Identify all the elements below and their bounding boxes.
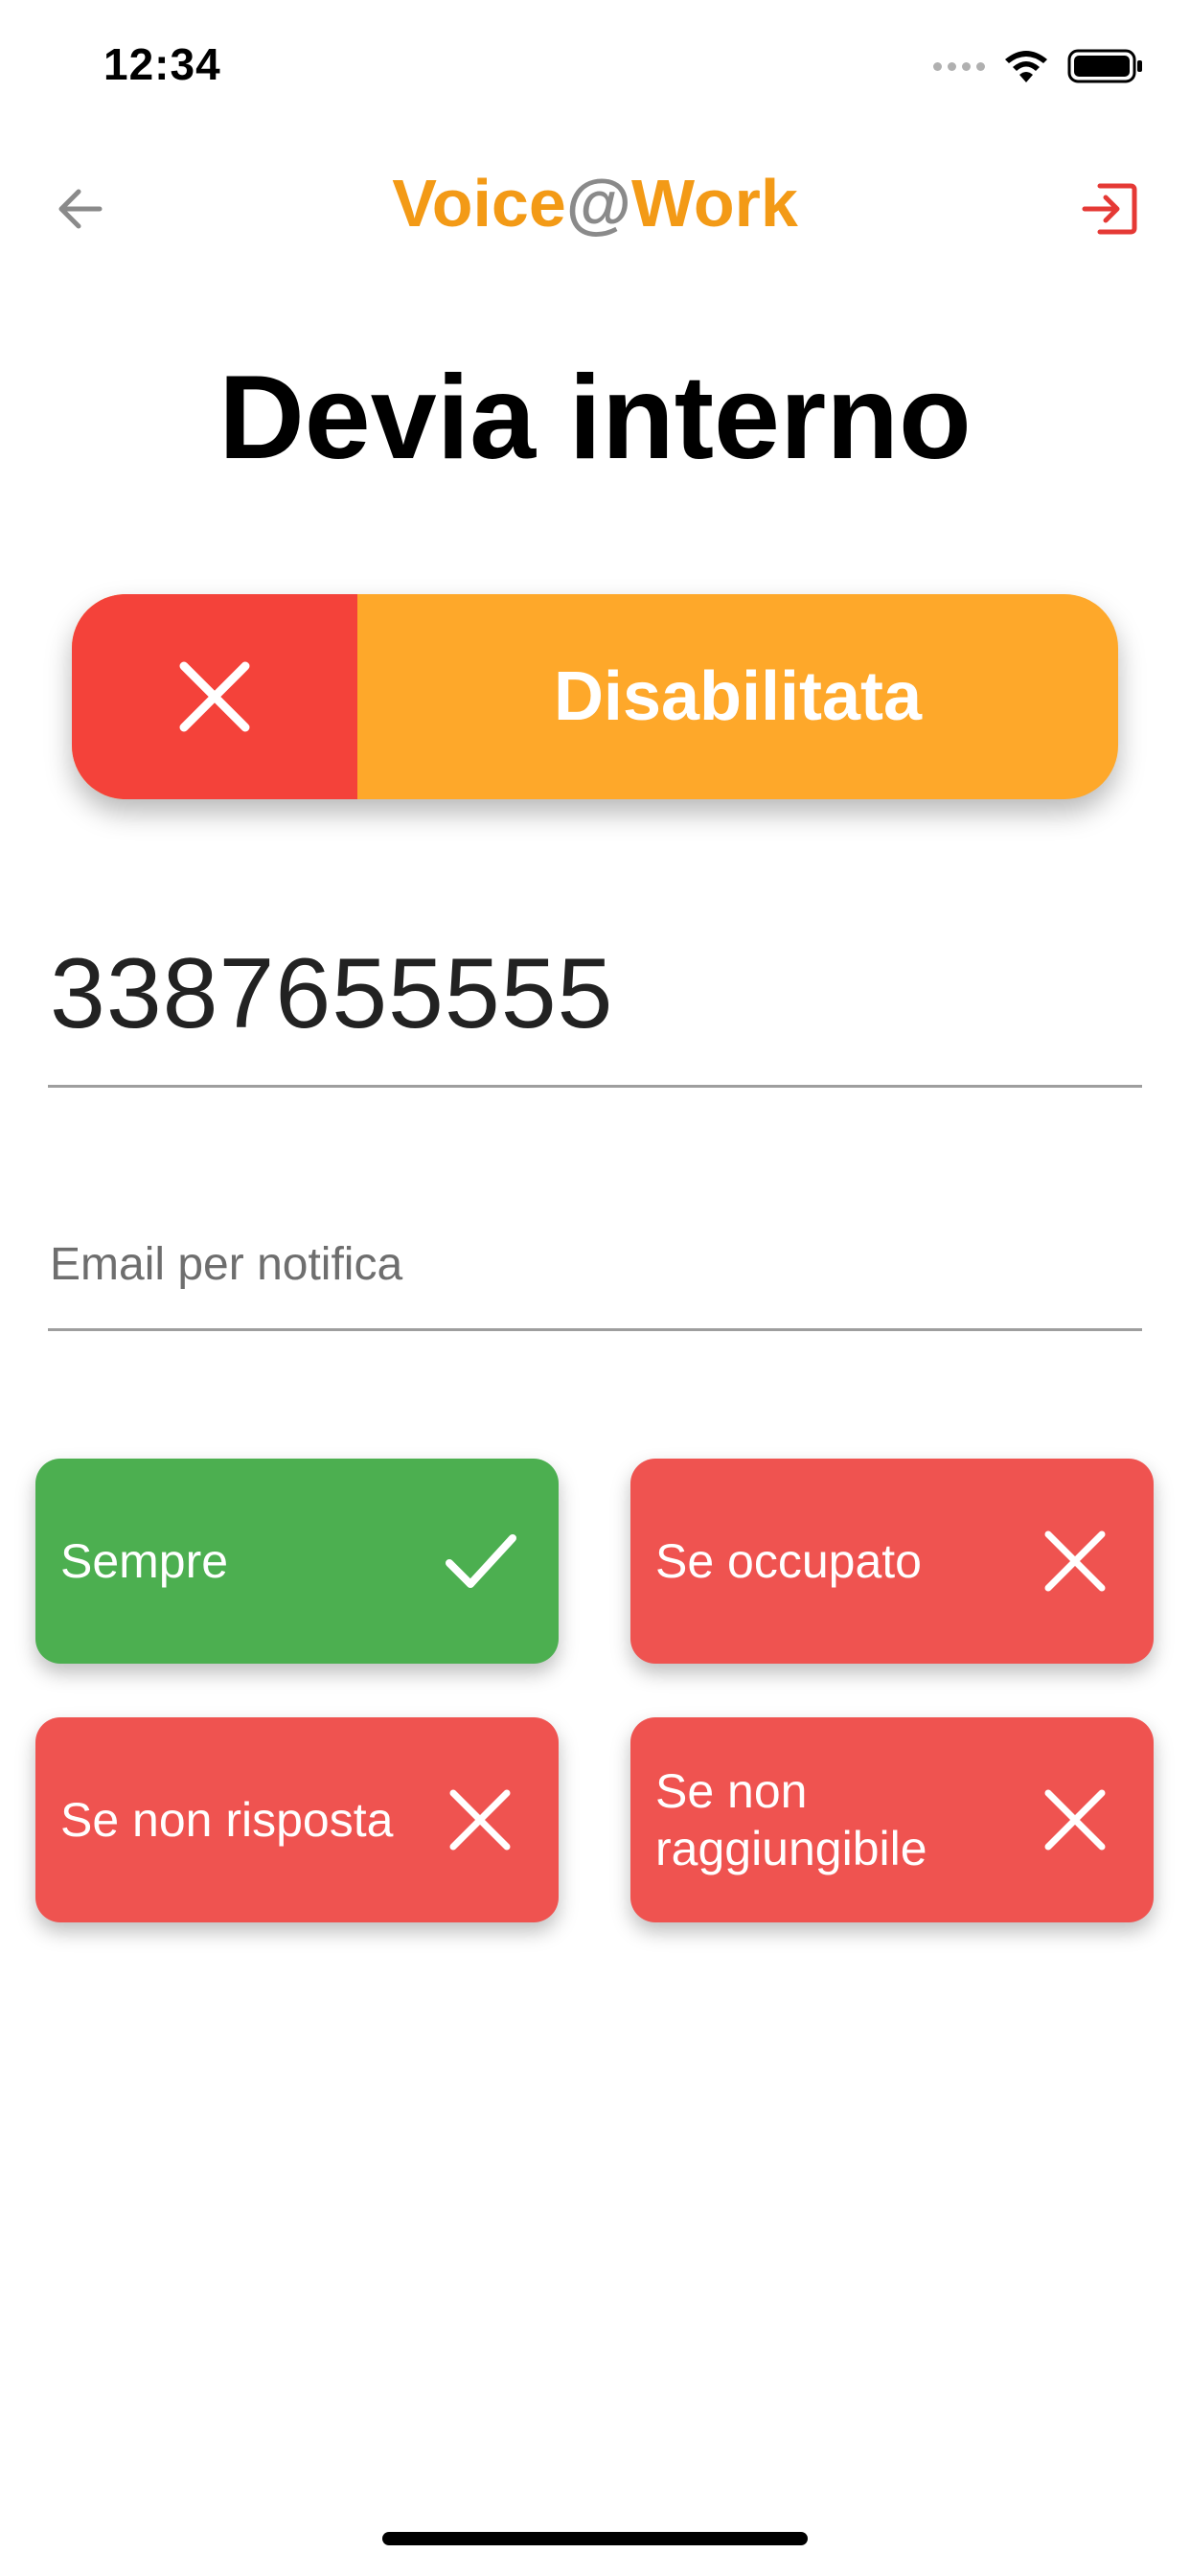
close-icon bbox=[1035, 1780, 1115, 1860]
option-sempre[interactable]: Sempre bbox=[35, 1459, 559, 1664]
email-placeholder: Email per notifica bbox=[50, 1239, 403, 1290]
home-indicator[interactable] bbox=[382, 2532, 808, 2545]
logout-icon bbox=[1082, 183, 1137, 235]
option-se-non-risposta[interactable]: Se non risposta bbox=[35, 1717, 559, 1922]
option-label: Sempre bbox=[60, 1534, 229, 1588]
app-title: Voice@Work bbox=[0, 165, 1190, 242]
app-title-part2: Work bbox=[631, 166, 798, 241]
toggle-label: Disabilitata bbox=[553, 658, 923, 735]
app-title-part1: Voice bbox=[392, 166, 566, 241]
phone-number-field[interactable]: 3387655555 bbox=[48, 920, 1142, 1088]
close-icon bbox=[440, 1780, 520, 1860]
email-field[interactable]: Email per notifica bbox=[48, 1217, 1142, 1331]
close-icon bbox=[179, 661, 250, 732]
toggle-icon-area bbox=[72, 594, 357, 799]
status-icons bbox=[933, 42, 1144, 90]
option-label: Se occupato bbox=[655, 1534, 922, 1588]
signal-icon bbox=[933, 61, 985, 71]
wifi-icon bbox=[1005, 51, 1047, 82]
logout-button[interactable] bbox=[1075, 174, 1144, 243]
option-se-occupato[interactable]: Se occupato bbox=[630, 1459, 1154, 1664]
close-icon bbox=[1035, 1521, 1115, 1601]
check-icon bbox=[440, 1521, 520, 1601]
app-bar: Voice@Work bbox=[0, 153, 1190, 259]
app-title-at: @ bbox=[565, 166, 632, 241]
page-title: Devia interno bbox=[218, 352, 972, 484]
battery-icon bbox=[1067, 49, 1142, 83]
forwarding-status-toggle[interactable]: Disabilitata bbox=[72, 594, 1118, 799]
option-se-non-raggiungibile[interactable]: Se non raggiungibile bbox=[630, 1717, 1154, 1922]
phone-number-value: 3387655555 bbox=[50, 938, 614, 1049]
option-label: Se non risposta bbox=[60, 1793, 394, 1847]
option-label: Se non raggiungibile bbox=[655, 1764, 927, 1875]
status-time: 12:34 bbox=[103, 39, 221, 89]
